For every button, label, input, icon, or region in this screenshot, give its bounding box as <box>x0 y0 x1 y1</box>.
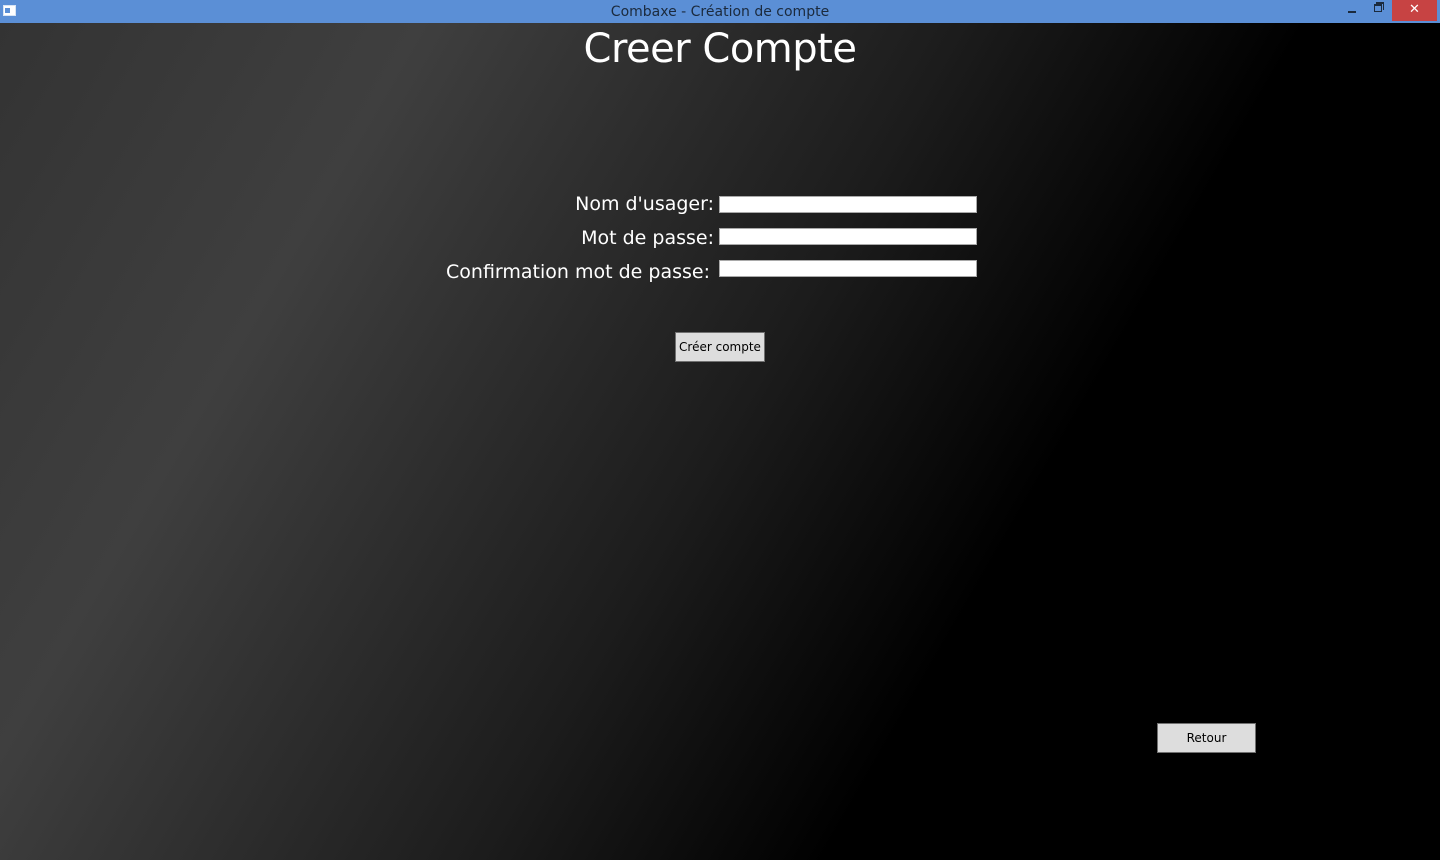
back-button[interactable]: Retour <box>1157 723 1256 753</box>
username-field[interactable] <box>719 196 977 213</box>
password-label: Mot de passe: <box>581 227 714 249</box>
confirm-password-label: Confirmation mot de passe: <box>446 261 710 283</box>
confirm-password-field[interactable] <box>719 260 977 277</box>
app-window: Combaxe - Création de compte ✕ Creer Com… <box>0 0 1440 860</box>
title-bar[interactable]: Combaxe - Création de compte ✕ <box>0 0 1440 23</box>
minimize-icon <box>1348 11 1356 13</box>
close-button[interactable]: ✕ <box>1392 0 1437 21</box>
password-field[interactable] <box>719 228 977 245</box>
restore-icon <box>1374 4 1382 12</box>
content-area: Creer Compte Nom d'usager: Mot de passe:… <box>0 23 1440 860</box>
close-icon: ✕ <box>1409 2 1420 17</box>
username-label: Nom d'usager: <box>575 193 714 215</box>
window-title: Combaxe - Création de compte <box>610 4 830 20</box>
minimize-button[interactable] <box>1340 0 1364 21</box>
restore-button[interactable] <box>1366 0 1390 21</box>
page-title: Creer Compte <box>583 26 857 72</box>
create-account-button[interactable]: Créer compte <box>675 332 765 362</box>
